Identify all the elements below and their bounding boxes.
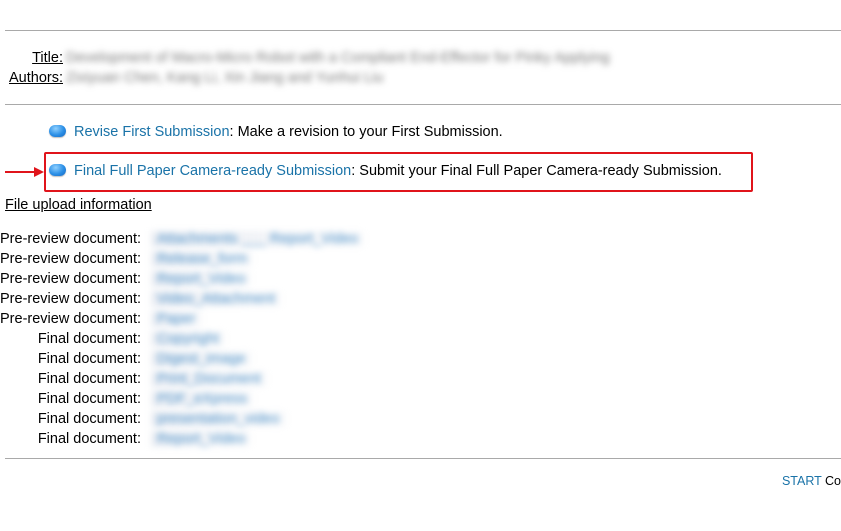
file-row-link[interactable]: presentation_video <box>151 411 286 427</box>
file-row: Final document: Copyright <box>0 329 226 349</box>
authors-label: Authors: <box>9 70 63 86</box>
final-camera-ready-description: : Submit your Final Full Paper Camera-re… <box>351 163 722 179</box>
paper-title-row: Title: Development of Macro-Micro Robot … <box>0 48 610 68</box>
file-row: Final document: presentation_video <box>0 409 286 429</box>
file-row: Pre-review document: Paper <box>0 309 202 329</box>
file-row-link[interactable]: Copyright <box>151 331 226 347</box>
file-row: Final document: Report_Video <box>0 429 252 449</box>
file-row-link[interactable]: Attachments ___ Report_Video <box>151 231 365 247</box>
top-divider <box>5 30 841 31</box>
file-row-link[interactable]: Print_Document <box>151 371 267 387</box>
footer-text: Co <box>821 474 841 488</box>
paper-authors-row: Authors: Zixiyuan Chen, Kang Li, Xin Jia… <box>0 68 383 88</box>
file-row-label: Final document: <box>37 371 141 387</box>
file-upload-information-link[interactable]: File upload information <box>5 197 152 213</box>
blue-bullet-icon <box>49 125 66 137</box>
final-camera-ready-submission-link[interactable]: Final Full Paper Camera-ready Submission <box>74 163 351 179</box>
file-row-label: Pre-review document: <box>0 231 142 247</box>
file-row-link[interactable]: Report_Video <box>151 431 252 447</box>
revise-first-submission-description: : Make a revision to your First Submissi… <box>229 124 503 140</box>
blue-bullet-icon <box>49 164 66 176</box>
file-row-label: Final document: <box>37 391 141 407</box>
red-arrow-icon <box>5 167 44 177</box>
start-link[interactable]: START <box>782 474 822 488</box>
file-row-label: Final document: <box>37 431 141 447</box>
file-row-label: Pre-review document: <box>0 251 142 267</box>
file-row: Pre-review document: Release_form <box>0 249 254 269</box>
file-row-label: Pre-review document: <box>0 271 142 287</box>
file-row-label: Pre-review document: <box>0 291 142 307</box>
file-row: Final document: Digest_image <box>0 349 252 369</box>
file-row-label: Final document: <box>37 411 141 427</box>
action-final-camera-ready: Final Full Paper Camera-ready Submission… <box>49 161 722 181</box>
file-row: Pre-review document: Video_Attachment <box>0 289 282 309</box>
action-revise-first-submission: Revise First Submission : Make a revisio… <box>49 122 503 142</box>
file-row-link[interactable]: Digest_image <box>151 351 252 367</box>
file-row-label: Final document: <box>37 351 141 367</box>
footer: START Co <box>782 474 841 488</box>
file-row-link[interactable]: Paper <box>151 311 202 327</box>
file-row-label: Final document: <box>37 331 141 347</box>
bottom-divider <box>5 458 841 459</box>
file-row: Final document: PDF_eXpress <box>0 389 254 409</box>
file-row: Final document: Print_Document <box>0 369 267 389</box>
file-row: Pre-review document: Report_Video <box>0 269 252 289</box>
revise-first-submission-link[interactable]: Revise First Submission <box>74 124 230 140</box>
paper-authors-value: Zixiyuan Chen, Kang Li, Xin Jiang and Yu… <box>66 70 384 86</box>
meta-divider <box>5 104 841 105</box>
file-row: Pre-review document: Attachments ___ Repo… <box>0 229 365 249</box>
file-row-link[interactable]: Release_form <box>151 251 254 267</box>
file-row-label: Pre-review document: <box>0 311 142 327</box>
file-row-link[interactable]: Report_Video <box>151 271 252 287</box>
title-label: Title: <box>32 50 63 66</box>
paper-title-value: Development of Macro-Micro Robot with a … <box>66 50 610 66</box>
file-row-link[interactable]: PDF_eXpress <box>151 391 254 407</box>
file-row-link[interactable]: Video_Attachment <box>151 291 282 307</box>
